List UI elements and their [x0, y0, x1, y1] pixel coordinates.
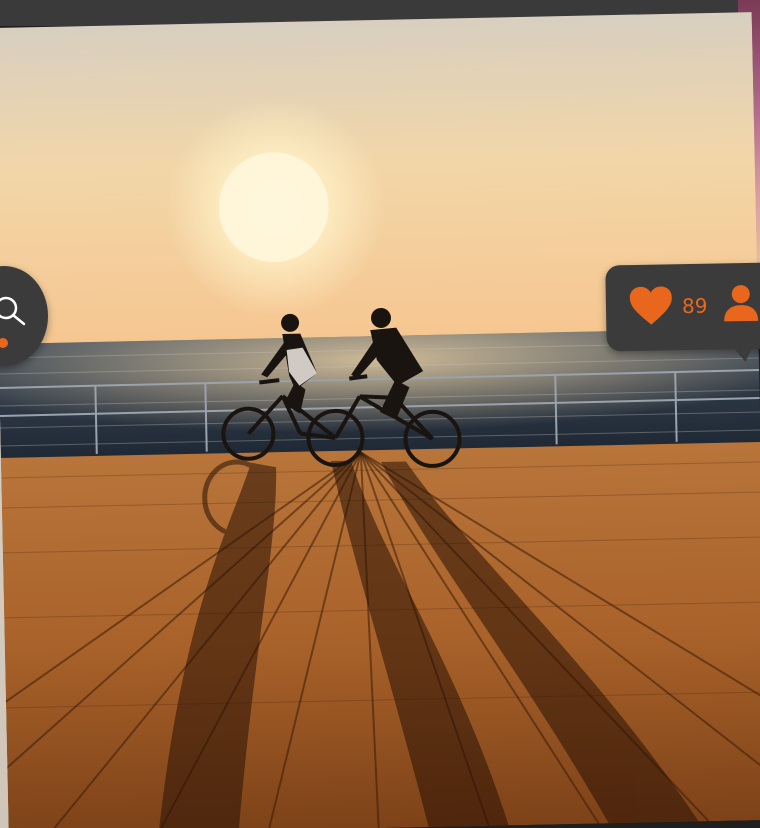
likes-bubble-tail: [728, 338, 760, 364]
likes-bubble[interactable]: 89: [605, 262, 760, 352]
heart-icon[interactable]: [628, 284, 675, 327]
stage: 89: [0, 0, 760, 828]
photo-illustration: [0, 12, 760, 828]
search-icon[interactable]: [0, 292, 36, 332]
like-count: 89: [681, 293, 708, 319]
sunset-cyclists-photo: [0, 0, 760, 828]
user-icon[interactable]: [722, 283, 760, 324]
notification-dot: [0, 338, 8, 348]
